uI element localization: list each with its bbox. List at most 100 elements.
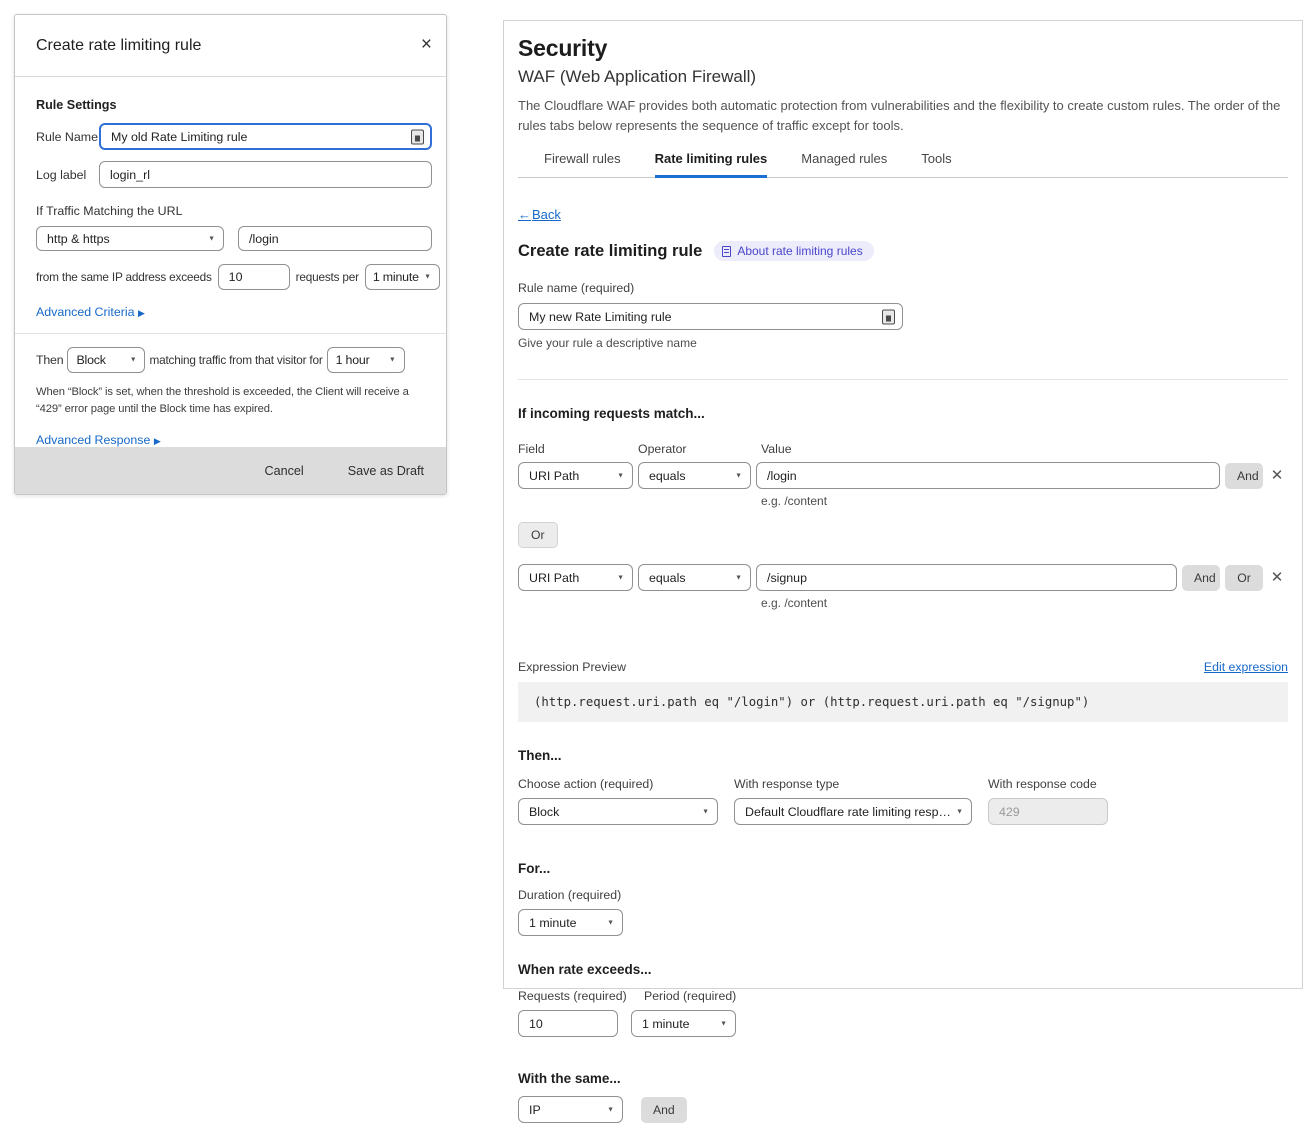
- duration-select[interactable]: 1 minute ▼: [518, 909, 623, 936]
- value-label: Value: [756, 442, 1288, 456]
- block-duration-select[interactable]: 1 hour ▼: [327, 347, 405, 373]
- value-input[interactable]: [756, 564, 1177, 591]
- condition-row: URI Path ▼ equals ▼ And ✕: [518, 462, 1288, 489]
- response-code-label: With response code: [988, 777, 1108, 791]
- edit-expression-link[interactable]: Edit expression: [1204, 660, 1288, 674]
- traffic-match-heading: If Traffic Matching the URL: [36, 204, 432, 218]
- value-hint: e.g. /content: [761, 596, 1288, 610]
- form-title-row: Create rate limiting rule About rate lim…: [518, 241, 1288, 261]
- back-arrow-icon: ←: [518, 207, 531, 222]
- autofill-icon[interactable]: [882, 309, 895, 324]
- dialog-footer: Cancel Save as Draft: [15, 447, 446, 494]
- create-rate-limiting-rule-dialog: Create rate limiting rule × Rule Setting…: [14, 14, 447, 495]
- waf-tabs: Firewall rules Rate limiting rules Manag…: [518, 151, 1288, 178]
- traffic-match-row: http & https ▼: [36, 226, 432, 251]
- tab-firewall-rules[interactable]: Firewall rules: [544, 151, 621, 177]
- field-select[interactable]: URI Path ▼: [518, 462, 633, 489]
- scheme-select[interactable]: http & https ▼: [36, 226, 224, 251]
- save-as-draft-button[interactable]: Save as Draft: [348, 464, 424, 478]
- operator-select[interactable]: equals ▼: [638, 564, 751, 591]
- or-button[interactable]: Or: [518, 522, 558, 548]
- rule-name-hint: Give your rule a descriptive name: [518, 336, 1288, 350]
- chevron-down-icon: ▼: [208, 235, 215, 242]
- page-title: Security: [518, 35, 1288, 62]
- choose-action-label: Choose action (required): [518, 777, 718, 791]
- or-button[interactable]: Or: [1225, 565, 1263, 591]
- log-label-input[interactable]: [99, 161, 432, 188]
- log-label: Log label: [36, 168, 99, 182]
- field-select[interactable]: URI Path ▼: [518, 564, 633, 591]
- condition-labels-row: Field Operator Value: [518, 442, 1288, 456]
- cancel-button[interactable]: Cancel: [265, 464, 304, 478]
- duration-label: Duration (required): [518, 888, 1288, 902]
- action-select[interactable]: Block ▼: [67, 347, 145, 373]
- advanced-criteria-link[interactable]: Advanced Criteria ▶: [36, 305, 432, 319]
- condition-row: URI Path ▼ equals ▼ And Or ✕: [518, 564, 1288, 591]
- and-button[interactable]: And: [1182, 565, 1220, 591]
- arrow-right-icon: ▶: [138, 308, 145, 318]
- chevron-down-icon: ▼: [735, 574, 742, 581]
- chevron-down-icon: ▼: [702, 808, 709, 815]
- chevron-down-icon: ▼: [607, 919, 614, 926]
- response-type-select[interactable]: Default Cloudflare rate limiting respons…: [734, 798, 972, 825]
- requests-input[interactable]: [518, 1010, 618, 1037]
- match-heading: If incoming requests match...: [518, 406, 1288, 421]
- doc-icon: [722, 246, 731, 257]
- tab-tools[interactable]: Tools: [921, 151, 951, 177]
- then-row: Then Block ▼ matching traffic from that …: [36, 347, 432, 373]
- chevron-down-icon: ▼: [424, 274, 431, 281]
- rule-name-input[interactable]: [99, 123, 432, 150]
- rate-controls-row: 1 minute ▼: [518, 1010, 1288, 1037]
- rate-labels-row: Requests (required) Period (required): [518, 989, 1288, 1003]
- and-button[interactable]: And: [1225, 463, 1263, 489]
- exceeds-text: from the same IP address exceeds: [36, 270, 212, 284]
- advanced-response-link[interactable]: Advanced Response ▶: [36, 433, 432, 447]
- chevron-down-icon: ▼: [607, 1106, 614, 1113]
- chevron-down-icon: ▼: [720, 1020, 727, 1027]
- and-button[interactable]: And: [641, 1097, 687, 1123]
- same-heading: With the same...: [518, 1071, 1288, 1086]
- autofill-icon[interactable]: [411, 129, 424, 144]
- rate-heading: When rate exceeds...: [518, 962, 1288, 977]
- action-labels-row: Choose action (required) With response t…: [518, 777, 1288, 791]
- value-input[interactable]: [756, 462, 1220, 489]
- response-type-label: With response type: [734, 777, 972, 791]
- remove-condition-icon[interactable]: ✕: [1268, 565, 1286, 591]
- action-select[interactable]: Block ▼: [518, 798, 718, 825]
- divider: [15, 333, 446, 334]
- operator-select[interactable]: equals ▼: [638, 462, 751, 489]
- chevron-down-icon: ▼: [956, 808, 963, 815]
- rule-name-input[interactable]: [518, 303, 903, 330]
- page-description: The Cloudflare WAF provides both automat…: [518, 96, 1288, 136]
- rule-name-field-wrap: [99, 123, 432, 150]
- field-label: Field: [518, 442, 633, 456]
- close-icon[interactable]: ×: [421, 35, 432, 54]
- then-heading: Then...: [518, 748, 1288, 763]
- characteristic-select[interactable]: IP ▼: [518, 1096, 623, 1123]
- form-title: Create rate limiting rule: [518, 242, 702, 261]
- matching-text: matching traffic from that visitor for: [149, 353, 322, 367]
- dialog-body: Rule Settings Rule Name Log label If Tra…: [15, 98, 446, 491]
- tab-rate-limiting-rules[interactable]: Rate limiting rules: [655, 151, 768, 178]
- requests-label: Requests (required): [518, 989, 618, 1003]
- requests-input[interactable]: [218, 264, 290, 290]
- rule-name-label: Rule name (required): [518, 281, 1288, 295]
- expression-preview-box: (http.request.uri.path eq "/login") or (…: [518, 682, 1288, 722]
- period-select[interactable]: 1 minute ▼: [631, 1010, 736, 1037]
- chevron-down-icon: ▼: [735, 472, 742, 479]
- chevron-down-icon: ▼: [617, 574, 624, 581]
- period-select[interactable]: 1 minute ▼: [365, 264, 440, 290]
- expression-header: Expression Preview Edit expression: [518, 660, 1288, 674]
- expression-preview-label: Expression Preview: [518, 660, 626, 674]
- rule-name-label: Rule Name: [36, 130, 99, 144]
- for-heading: For...: [518, 861, 1288, 876]
- threshold-row: from the same IP address exceeds request…: [36, 264, 432, 290]
- tab-managed-rules[interactable]: Managed rules: [801, 151, 887, 177]
- block-note: When “Block” is set, when the threshold …: [36, 384, 432, 418]
- remove-condition-icon[interactable]: ✕: [1268, 463, 1286, 489]
- about-rate-limiting-rules-badge[interactable]: About rate limiting rules: [714, 241, 873, 261]
- back-link[interactable]: ← Back: [518, 207, 561, 222]
- url-input[interactable]: [238, 226, 432, 251]
- divider: [518, 379, 1288, 380]
- action-controls-row: Block ▼ Default Cloudflare rate limiting…: [518, 798, 1288, 825]
